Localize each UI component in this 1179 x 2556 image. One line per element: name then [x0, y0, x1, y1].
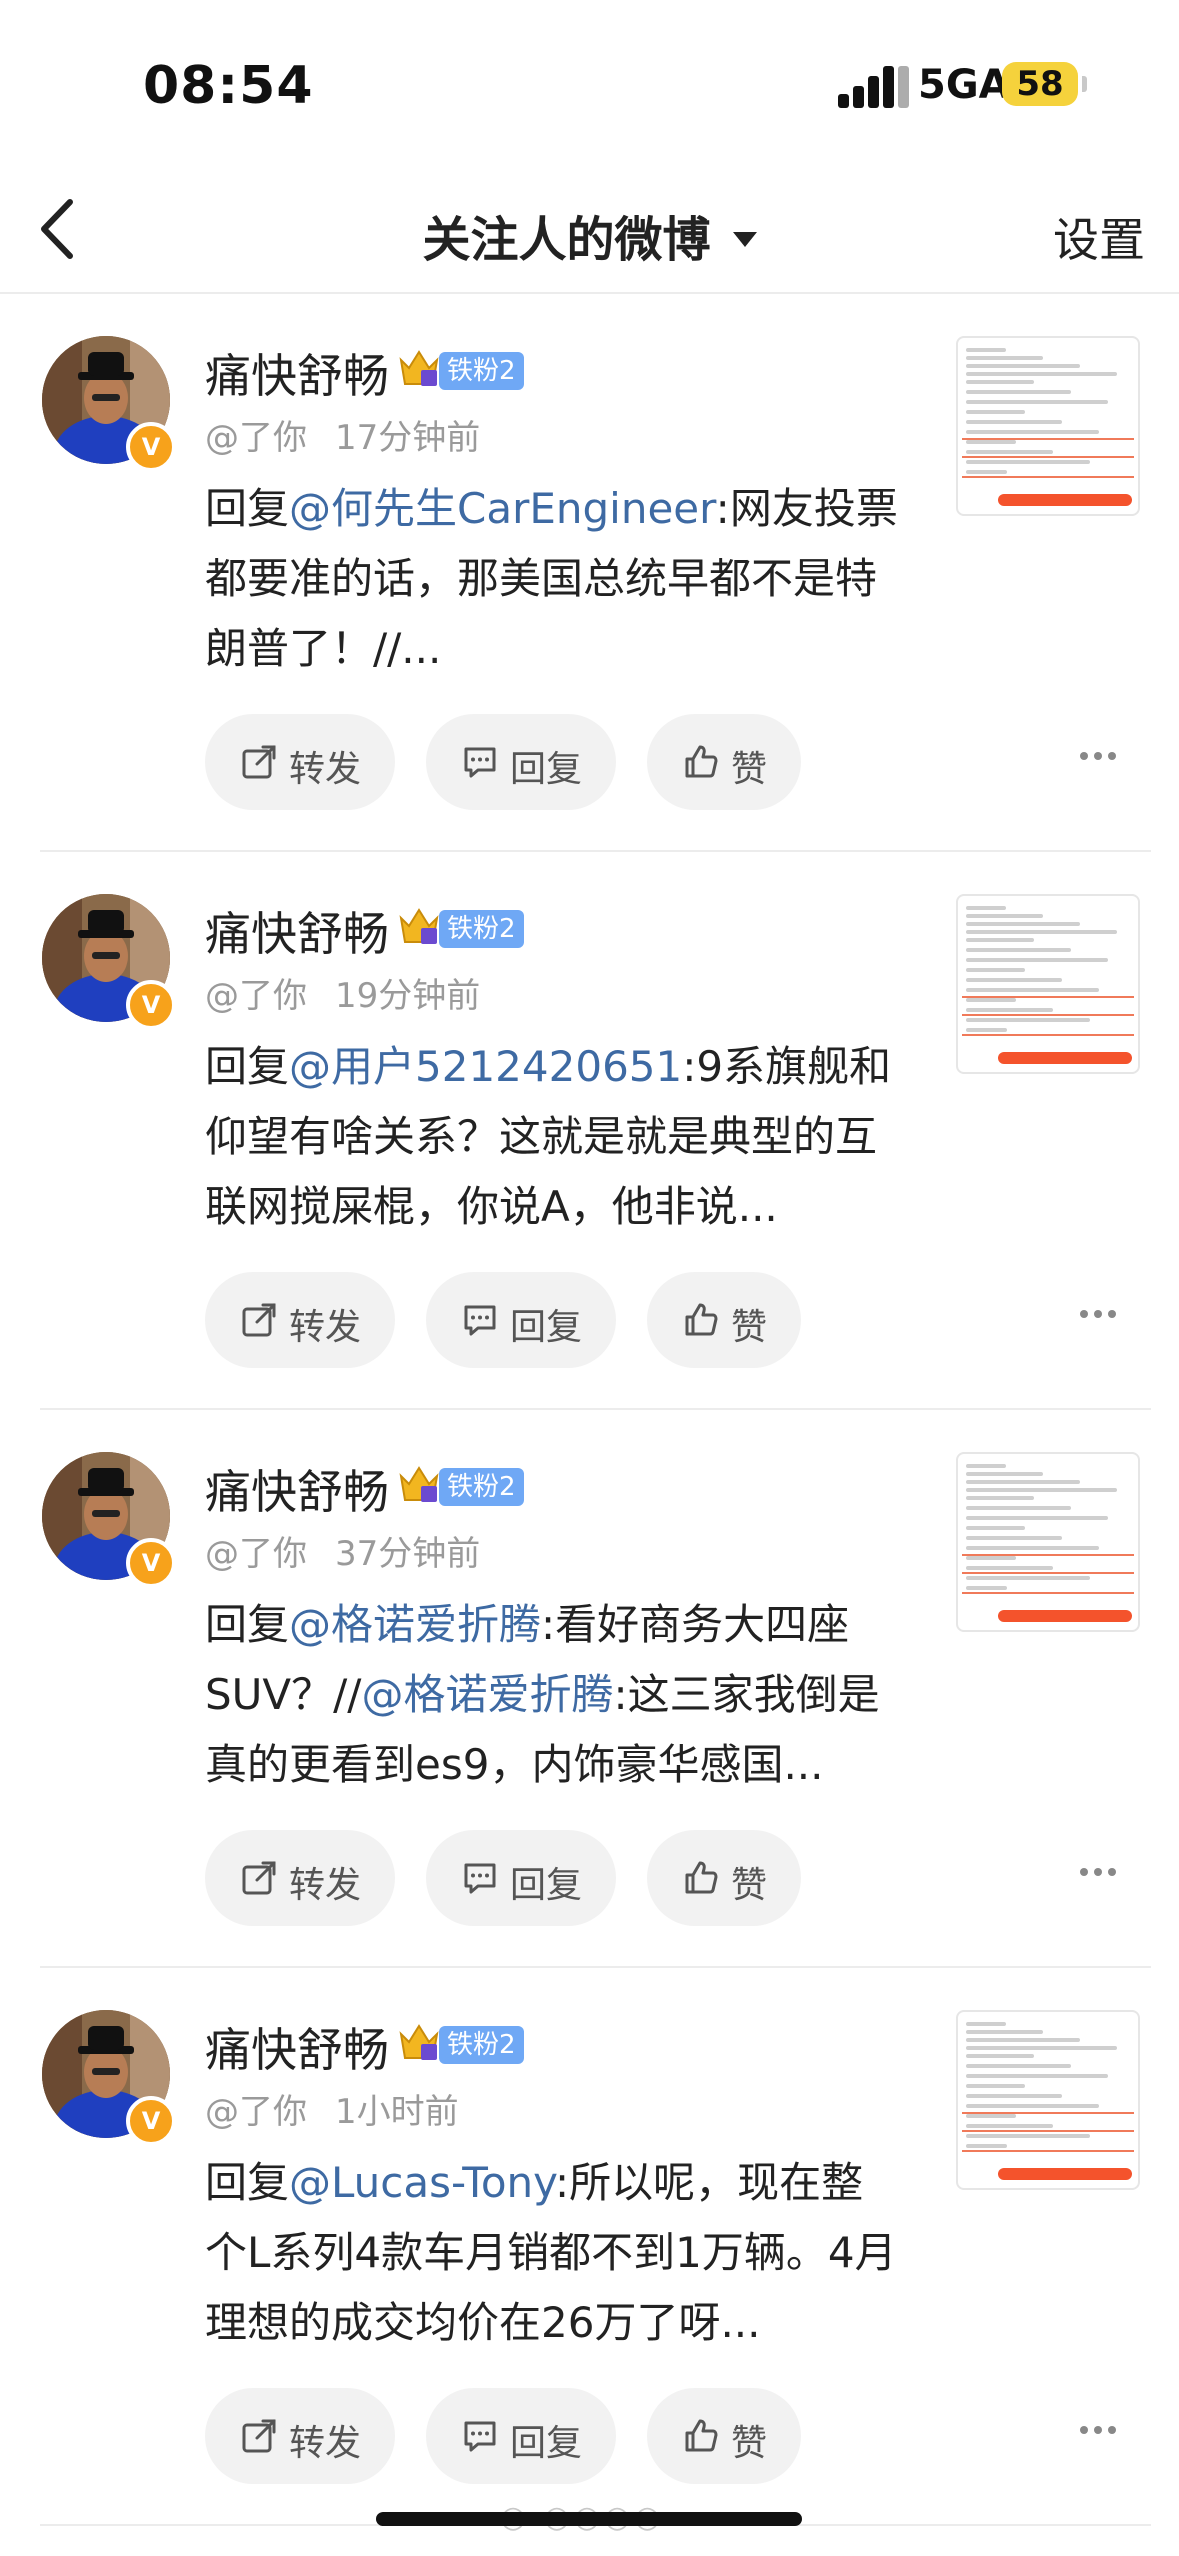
repost-button[interactable]: 转发 [205, 1830, 395, 1926]
like-button[interactable]: 赞 [647, 2388, 801, 2484]
crown-icon [397, 2020, 441, 2064]
like-label: 赞 [731, 1307, 768, 1348]
network-type: 5GA [918, 62, 1010, 108]
reply-prefix: 回复 [205, 484, 290, 533]
post-meta: @了你 19分钟前 [205, 968, 480, 1017]
reply-prefix: 回复 [205, 1042, 290, 1091]
fan-badge[interactable]: 铁粉2 [439, 2026, 524, 2064]
repost-button[interactable]: 转发 [205, 714, 395, 810]
more-options-icon[interactable] [1080, 752, 1120, 772]
author-name[interactable]: 痛快舒畅 [205, 2014, 389, 2080]
fan-badge[interactable]: 铁粉2 [439, 1468, 524, 1506]
status-time: 08:54 [143, 56, 314, 116]
author-name[interactable]: 痛快舒畅 [205, 898, 389, 964]
mention-link[interactable]: @用户5212420651 [289, 1042, 682, 1091]
author-name[interactable]: 痛快舒畅 [205, 340, 389, 406]
post-meta: @了你 37分钟前 [205, 1526, 480, 1575]
author-name[interactable]: 痛快舒畅 [205, 1456, 389, 1522]
feed-post[interactable]: V 痛快舒畅 铁粉2 @了你 17分钟前 回复@何先生CarEngineer:网友… [0, 294, 1179, 852]
like-label: 赞 [731, 1865, 768, 1906]
signal-icon [838, 66, 909, 108]
like-label: 赞 [731, 2423, 768, 2464]
reply-label: 回复 [510, 1307, 583, 1348]
like-label: 赞 [731, 749, 768, 790]
mention-link[interactable]: @格诺爱折腾 [289, 1600, 541, 1649]
reply-button[interactable]: 回复 [426, 2388, 616, 2484]
post-meta: @了你 1小时前 [205, 2084, 459, 2133]
mention-target: @了你 [205, 418, 307, 458]
crown-icon [397, 346, 441, 390]
crown-icon [397, 1462, 441, 1506]
reply-button[interactable]: 回复 [426, 714, 616, 810]
repost-label: 转发 [289, 1865, 362, 1906]
feed-post[interactable]: V 痛快舒畅 铁粉2 @了你 1小时前 回复@Lucas-Tony:所以呢，现在整… [0, 1968, 1179, 2526]
more-options-icon[interactable] [1080, 2426, 1120, 2446]
caret-down-icon [732, 231, 757, 247]
verified-badge-icon: V [126, 1538, 176, 1588]
repost-label: 转发 [289, 749, 362, 790]
nav-bar: 关注人的微博 设置 [0, 170, 1179, 294]
battery-level: 58 [1016, 64, 1064, 104]
post-text[interactable]: 回复@格诺爱折腾:看好商务大四座SUV？//@格诺爱折腾:这三家我倒是真的更看到… [205, 1590, 905, 1800]
reply-label: 回复 [510, 749, 583, 790]
mention-link[interactable]: @何先生CarEngineer [289, 484, 716, 533]
status-bar: 08:54 5GA 58 [0, 0, 1179, 170]
mention-link[interactable]: @Lucas-Tony [289, 2158, 555, 2207]
reply-label: 回复 [510, 1865, 583, 1906]
mention-link[interactable]: @格诺爱折腾 [361, 1670, 613, 1719]
more-options-icon[interactable] [1080, 1310, 1120, 1330]
repost-button[interactable]: 转发 [205, 2388, 395, 2484]
settings-button[interactable]: 设置 [1053, 204, 1145, 270]
page-title: 关注人的微博 [422, 212, 711, 268]
repost-label: 转发 [289, 1307, 362, 1348]
repost-label: 转发 [289, 2423, 362, 2464]
fan-badge[interactable]: 铁粉2 [439, 910, 524, 948]
post-text[interactable]: 回复@Lucas-Tony:所以呢，现在整个L系列4款车月销都不到1万辆。4月理… [205, 2148, 905, 2358]
like-button[interactable]: 赞 [647, 714, 801, 810]
more-options-icon[interactable] [1080, 1868, 1120, 1888]
battery-icon: 58 [1002, 62, 1087, 106]
mention-target: @了你 [205, 2092, 307, 2132]
post-time: 1小时前 [335, 2092, 459, 2132]
mention-target: @了你 [205, 976, 307, 1016]
post-time: 17分钟前 [335, 418, 481, 458]
reply-button[interactable]: 回复 [426, 1830, 616, 1926]
like-button[interactable]: 赞 [647, 1830, 801, 1926]
post-time: 19分钟前 [335, 976, 481, 1016]
post-image-thumbnail[interactable] [956, 2010, 1140, 2190]
verified-badge-icon: V [126, 422, 176, 472]
reply-button[interactable]: 回复 [426, 1272, 616, 1368]
post-meta: @了你 17分钟前 [205, 410, 480, 459]
repost-button[interactable]: 转发 [205, 1272, 395, 1368]
post-image-thumbnail[interactable] [956, 1452, 1140, 1632]
post-text[interactable]: 回复@何先生CarEngineer:网友投票都要准的话，那美国总统早都不是特朗普… [205, 474, 905, 684]
reply-label: 回复 [510, 2423, 583, 2464]
post-image-thumbnail[interactable] [956, 894, 1140, 1074]
post-time: 37分钟前 [335, 1534, 481, 1574]
verified-badge-icon: V [126, 2096, 176, 2146]
feed-list: V 痛快舒畅 铁粉2 @了你 17分钟前 回复@何先生CarEngineer:网友… [0, 294, 1179, 2526]
post-text[interactable]: 回复@用户5212420651:9系旗舰和仰望有啥关系？这就是就是典型的互联网搅… [205, 1032, 905, 1242]
home-indicator[interactable] [376, 2512, 802, 2526]
verified-badge-icon: V [126, 980, 176, 1030]
feed-post[interactable]: V 痛快舒畅 铁粉2 @了你 37分钟前 回复@格诺爱折腾:看好商务大四座SUV？… [0, 1410, 1179, 1968]
fan-badge[interactable]: 铁粉2 [439, 352, 524, 390]
like-button[interactable]: 赞 [647, 1272, 801, 1368]
reply-prefix: 回复 [205, 1600, 290, 1649]
feed-selector[interactable]: 关注人的微博 [0, 200, 1179, 270]
crown-icon [397, 904, 441, 948]
mention-target: @了你 [205, 1534, 307, 1574]
post-image-thumbnail[interactable] [956, 336, 1140, 516]
feed-post[interactable]: V 痛快舒畅 铁粉2 @了你 19分钟前 回复@用户5212420651:9系旗舰… [0, 852, 1179, 1410]
reply-prefix: 回复 [205, 2158, 290, 2207]
